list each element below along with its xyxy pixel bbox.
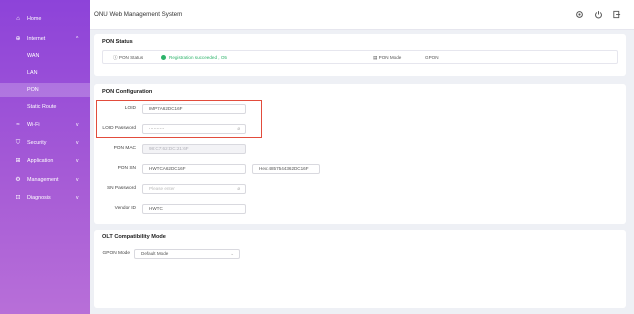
pon-mode-label-group: ▤ PON Mode bbox=[373, 55, 401, 61]
sidebar-item-label: WAN bbox=[27, 53, 40, 59]
sidebar-item-pon[interactable]: PON bbox=[0, 83, 90, 97]
pon-sn-hex-display: Hex:4857544362DC16F bbox=[252, 164, 320, 174]
status-dot-icon bbox=[161, 55, 166, 60]
sidebar-item-lan[interactable]: LAN bbox=[0, 66, 90, 80]
wifi-icon: ≈ bbox=[16, 122, 20, 128]
sn-password-label: SN Password bbox=[106, 186, 136, 191]
chevron-down-icon: v bbox=[76, 158, 79, 164]
pon-status-label-group: ⓘ PON Status bbox=[113, 55, 143, 61]
chevron-up-icon: ^ bbox=[76, 36, 79, 42]
chevron-down-icon: v bbox=[76, 140, 79, 146]
pon-mac-value: 98:C7:62:DC:21:6F bbox=[149, 146, 189, 151]
top-bar: ONU Web Management System bbox=[90, 0, 634, 30]
sidebar-item-label: Wi-Fi bbox=[27, 122, 40, 128]
vendor-id-input[interactable]: HWTC bbox=[142, 204, 246, 214]
sidebar-item-label: Home bbox=[27, 16, 42, 22]
pon-mac-input: 98:C7:62:DC:21:6F bbox=[142, 144, 246, 154]
gpon-mode-label: GPON Mode bbox=[102, 251, 130, 256]
pon-mac-label: PON MAC bbox=[113, 146, 136, 151]
pon-status-label: PON Status bbox=[118, 55, 144, 60]
pon-sn-input[interactable]: HWTCA62DC16F bbox=[142, 164, 246, 174]
sidebar-item-wan[interactable]: WAN bbox=[0, 49, 90, 63]
pon-configuration-title: PON Configuration bbox=[102, 89, 153, 95]
pon-status-card: PON Status ⓘ PON Status Registration suc… bbox=[94, 34, 626, 76]
pon-status-title: PON Status bbox=[102, 39, 133, 45]
home-icon: ⌂ bbox=[16, 16, 20, 22]
sidebar-item-label: Management bbox=[27, 177, 59, 183]
gpon-mode-value: Default Mode bbox=[141, 251, 169, 256]
logout-icon[interactable] bbox=[611, 10, 621, 20]
pon-sn-value: HWTCA62DC16F bbox=[149, 166, 186, 171]
eye-off-icon[interactable]: ø bbox=[237, 185, 240, 193]
olt-compatibility-title: OLT Compatibility Mode bbox=[102, 234, 166, 240]
sidebar-item-management[interactable]: ⚙ Management v bbox=[0, 173, 90, 187]
vendor-id-label: Vendor ID bbox=[114, 206, 136, 211]
pon-sn-label: PON SN bbox=[117, 166, 136, 171]
grid-icon: ⊞ bbox=[15, 158, 21, 164]
sn-password-input[interactable]: Please enter ø bbox=[142, 184, 246, 194]
gpon-mode-select[interactable]: Default Mode ⌄ bbox=[134, 249, 240, 259]
sidebar-item-label: Security bbox=[27, 140, 47, 146]
pon-status-box: ⓘ PON Status Registration succeeded , O5… bbox=[102, 50, 618, 64]
shield-icon: ⛉ bbox=[15, 140, 21, 146]
sidebar-item-label: Internet bbox=[27, 36, 46, 42]
settings-icon[interactable] bbox=[574, 10, 584, 20]
sidebar-item-label: PON bbox=[27, 87, 39, 93]
sidebar-item-internet[interactable]: ⊕ Internet ^ bbox=[0, 32, 90, 46]
sidebar-item-wifi[interactable]: ≈ Wi-Fi v bbox=[0, 118, 90, 132]
pon-sn-hex-value: Hex:4857544362DC16F bbox=[259, 166, 309, 171]
pon-status-value: Registration succeeded , O5 bbox=[169, 55, 227, 60]
loid-highlight-box bbox=[96, 100, 262, 138]
pon-mode-value: GPON bbox=[425, 55, 439, 60]
chevron-down-icon: v bbox=[76, 177, 79, 183]
sidebar-item-label: Diagnosis bbox=[27, 195, 51, 201]
chevron-down-icon: ⌄ bbox=[230, 251, 234, 256]
app-title: ONU Web Management System bbox=[94, 11, 183, 18]
sn-password-placeholder: Please enter bbox=[149, 186, 175, 191]
sidebar-item-static-route[interactable]: Static Route bbox=[0, 100, 90, 114]
sidebar-item-label: Application bbox=[27, 158, 54, 164]
pon-mode-label: PON Mode bbox=[378, 55, 402, 60]
sidebar-item-home[interactable]: ⌂ Home bbox=[0, 12, 90, 26]
sidebar-item-application[interactable]: ⊞ Application v bbox=[0, 154, 90, 168]
globe-icon: ⊕ bbox=[15, 36, 21, 42]
gear-icon: ⚙ bbox=[15, 177, 21, 183]
power-icon[interactable] bbox=[593, 10, 603, 20]
toolbox-icon: ⊡ bbox=[15, 195, 21, 201]
sidebar-item-diagnosis[interactable]: ⊡ Diagnosis v bbox=[0, 191, 90, 205]
sidebar-item-security[interactable]: ⛉ Security v bbox=[0, 136, 90, 150]
olt-compatibility-card: OLT Compatibility Mode GPON Mode Default… bbox=[94, 230, 626, 308]
sidebar: ⌂ Home ⊕ Internet ^ WAN LAN PON Static R… bbox=[0, 0, 90, 314]
chevron-down-icon: v bbox=[76, 195, 79, 201]
vendor-id-value: HWTC bbox=[149, 206, 163, 211]
sidebar-item-label: LAN bbox=[27, 70, 38, 76]
chevron-down-icon: v bbox=[76, 122, 79, 128]
sidebar-item-label: Static Route bbox=[27, 104, 57, 110]
